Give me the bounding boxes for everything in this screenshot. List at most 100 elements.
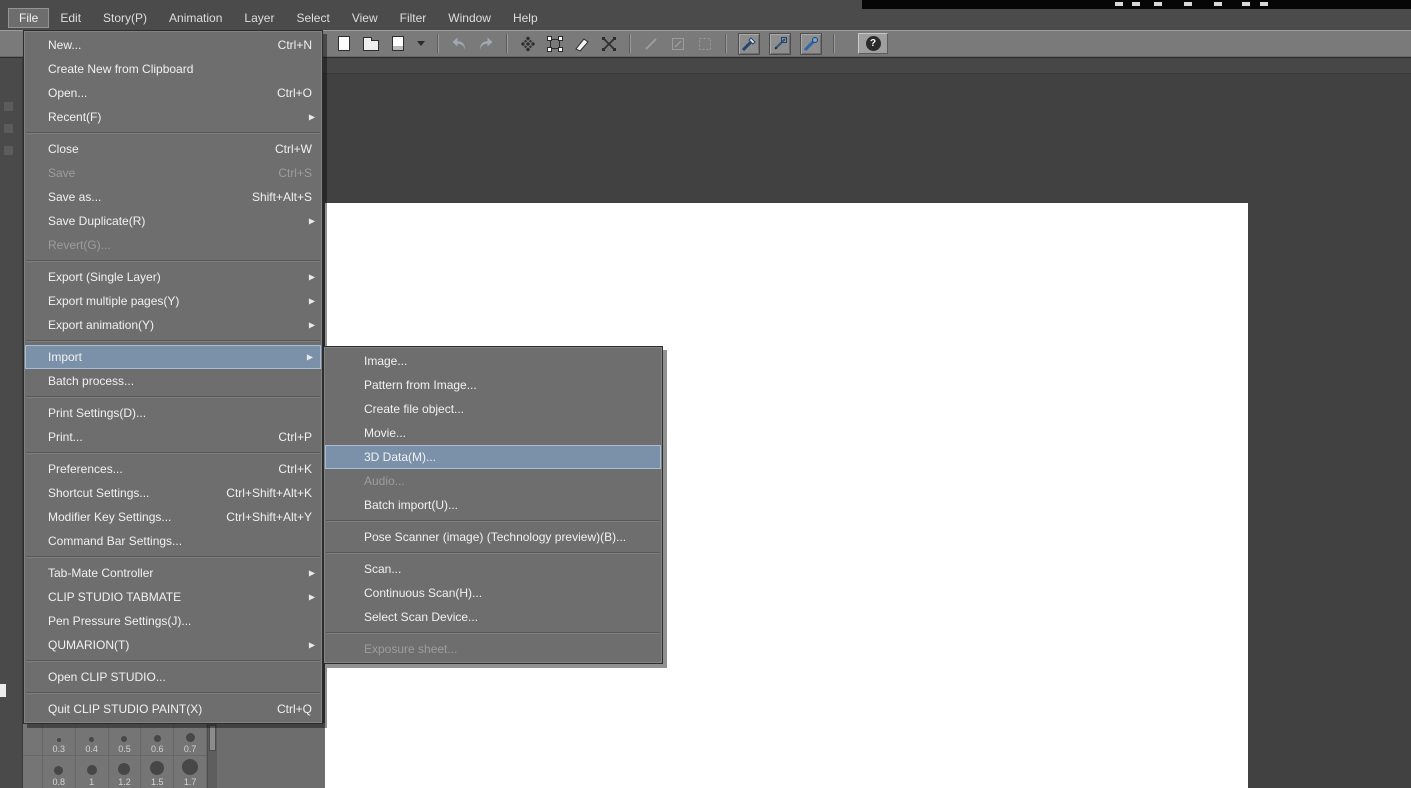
blend-wedge-icon[interactable]: [573, 33, 591, 55]
titlebar-glyph: [1115, 2, 1123, 6]
brush-dot: [54, 766, 64, 775]
menubar-item-file[interactable]: File: [8, 8, 50, 28]
menubar-item-story[interactable]: Story(P): [92, 8, 158, 28]
menu-item-recent[interactable]: Recent(F) ▶: [24, 105, 322, 129]
panel-edge-mark: [4, 124, 13, 133]
menu-item-label: Pen Pressure Settings(J)...: [48, 614, 192, 628]
menu-item-label: Audio...: [364, 474, 405, 488]
menu-item-label: Movie...: [364, 426, 407, 440]
brush-size-cell[interactable]: 1: [76, 756, 109, 788]
brush-size-cell[interactable]: 0.4: [76, 723, 109, 755]
menu-item-label: Exposure sheet...: [364, 642, 458, 656]
submenu-item-movie[interactable]: Movie...: [324, 421, 662, 445]
mesh-transform-icon[interactable]: [600, 33, 618, 55]
brush-size-gutter: [23, 756, 43, 788]
submenu-arrow-icon: ▶: [308, 112, 315, 122]
object-handles-icon[interactable]: [546, 33, 564, 55]
brush-size-label: 1.5: [151, 777, 164, 787]
menu-item-open[interactable]: Open... Ctrl+O: [24, 81, 322, 105]
menu-item-pen-pressure-settings[interactable]: Pen Pressure Settings(J)...: [24, 609, 322, 633]
menu-item-export-multiple-pages[interactable]: Export multiple pages(Y) ▶: [24, 289, 322, 313]
snap-special-glyph: [774, 36, 787, 50]
undo-icon[interactable]: [450, 33, 468, 55]
menu-item-preferences[interactable]: Preferences... Ctrl+K: [24, 457, 322, 481]
open-file-icon[interactable]: [362, 33, 380, 55]
menu-item-shortcut: Ctrl+S: [278, 166, 312, 180]
brush-size-scrollbar[interactable]: [207, 723, 217, 788]
menubar-item-filter[interactable]: Filter: [389, 8, 438, 28]
brush-size-cell[interactable]: 1.5: [141, 756, 175, 788]
screentone-icon[interactable]: [519, 33, 537, 55]
menu-item-label: Quit CLIP STUDIO PAINT(X): [48, 702, 203, 716]
menu-item-new[interactable]: New... Ctrl+N: [24, 33, 322, 57]
menu-item-open-clip-studio[interactable]: Open CLIP STUDIO...: [24, 665, 322, 689]
menu-item-tab-mate-controller[interactable]: Tab-Mate Controller ▶: [24, 561, 322, 585]
brush-size-row: 0.8 1 1.2 1.5 1.7: [23, 756, 208, 788]
menu-item-export-animation[interactable]: Export animation(Y) ▶: [24, 313, 322, 337]
menu-item-import[interactable]: Import ▶: [25, 345, 321, 369]
menu-item-command-bar-settings[interactable]: Command Bar Settings...: [24, 529, 322, 553]
redo-icon[interactable]: [477, 33, 495, 55]
menubar-item-view[interactable]: View: [341, 8, 389, 28]
brush-dot: [185, 733, 195, 742]
scrollbar-thumb[interactable]: [209, 725, 216, 751]
brush-size-cell[interactable]: 1.7: [174, 756, 208, 788]
menu-item-save-as[interactable]: Save as... Shift+Alt+S: [24, 185, 322, 209]
brush-size-label: 0.4: [85, 744, 98, 754]
menu-item-print-settings[interactable]: Print Settings(D)...: [24, 401, 322, 425]
titlebar-glyph: [1242, 2, 1250, 6]
submenu-item-scan[interactable]: Scan...: [324, 557, 662, 581]
toolbar-separator: [725, 34, 727, 53]
menubar-item-window[interactable]: Window: [437, 8, 502, 28]
help-button[interactable]: ?: [858, 33, 888, 54]
menu-item-quit[interactable]: Quit CLIP STUDIO PAINT(X) Ctrl+Q: [24, 697, 322, 721]
dropdown-arrow-glyph: [417, 41, 425, 46]
submenu-item-create-file-object[interactable]: Create file object...: [324, 397, 662, 421]
menubar-item-help[interactable]: Help: [502, 8, 549, 28]
menu-item-label: New...: [48, 38, 82, 52]
menu-item-label: Create New from Clipboard: [48, 62, 194, 76]
brush-size-label: 0.6: [151, 744, 164, 754]
menu-item-print[interactable]: Print... Ctrl+P: [24, 425, 322, 449]
submenu-item-continuous-scan[interactable]: Continuous Scan(H)...: [324, 581, 662, 605]
brush-size-cell[interactable]: 0.8: [43, 756, 76, 788]
page-glyph: [338, 36, 350, 51]
menu-item-qumarion[interactable]: QUMARION(T) ▶: [24, 633, 322, 657]
panel-edge-mark: [4, 102, 13, 111]
submenu-item-select-scan-device[interactable]: Select Scan Device...: [324, 605, 662, 629]
submenu-item-batch-import[interactable]: Batch import(U)...: [324, 493, 662, 517]
brush-size-cell[interactable]: 0.5: [109, 723, 142, 755]
new-file-icon[interactable]: [335, 33, 353, 55]
submenu-item-pose-scanner[interactable]: Pose Scanner (image) (Technology preview…: [324, 525, 662, 549]
menu-item-export-single-layer[interactable]: Export (Single Layer) ▶: [24, 265, 322, 289]
save-file-icon[interactable]: [389, 33, 407, 55]
brush-size-cell[interactable]: 0.3: [43, 723, 76, 755]
menubar-item-animation[interactable]: Animation: [158, 8, 233, 28]
submenu-item-3d-data[interactable]: 3D Data(M)...: [325, 445, 661, 469]
menu-item-batch-process[interactable]: Batch process...: [24, 369, 322, 393]
snap-to-special-ruler-icon[interactable]: [769, 32, 791, 55]
brush-dot: [150, 761, 165, 775]
submenu-item-pattern-from-image[interactable]: Pattern from Image...: [324, 373, 662, 397]
brush-size-cell[interactable]: 1.2: [109, 756, 142, 788]
menu-item-shortcut-settings[interactable]: Shortcut Settings... Ctrl+Shift+Alt+K: [24, 481, 322, 505]
submenu-item-image[interactable]: Image...: [324, 349, 662, 373]
brush-size-cell[interactable]: 0.6: [141, 723, 175, 755]
menu-item-create-new-from-clipboard[interactable]: Create New from Clipboard: [24, 57, 322, 81]
menu-item-save-duplicate[interactable]: Save Duplicate(R) ▶: [24, 209, 322, 233]
brush-dot: [86, 765, 97, 775]
menubar-item-layer[interactable]: Layer: [233, 8, 285, 28]
menu-item-modifier-key-settings[interactable]: Modifier Key Settings... Ctrl+Shift+Alt+Y: [24, 505, 322, 529]
menubar-item-edit[interactable]: Edit: [49, 8, 92, 28]
menu-item-clip-studio-tabmate[interactable]: CLIP STUDIO TABMATE ▶: [24, 585, 322, 609]
brush-size-cell[interactable]: 0.7: [174, 723, 208, 755]
help-icon: ?: [865, 36, 881, 51]
snap-to-ruler-icon[interactable]: [738, 32, 760, 55]
brush-size-label: 0.3: [52, 744, 66, 754]
menu-item-shortcut: Ctrl+P: [278, 430, 312, 444]
menubar-item-select[interactable]: Select: [285, 8, 340, 28]
menu-item-close[interactable]: Close Ctrl+W: [24, 137, 322, 161]
save-options-dropdown-icon[interactable]: [416, 33, 426, 55]
menu-separator: [25, 657, 321, 665]
snap-to-grid-icon[interactable]: [800, 32, 822, 55]
